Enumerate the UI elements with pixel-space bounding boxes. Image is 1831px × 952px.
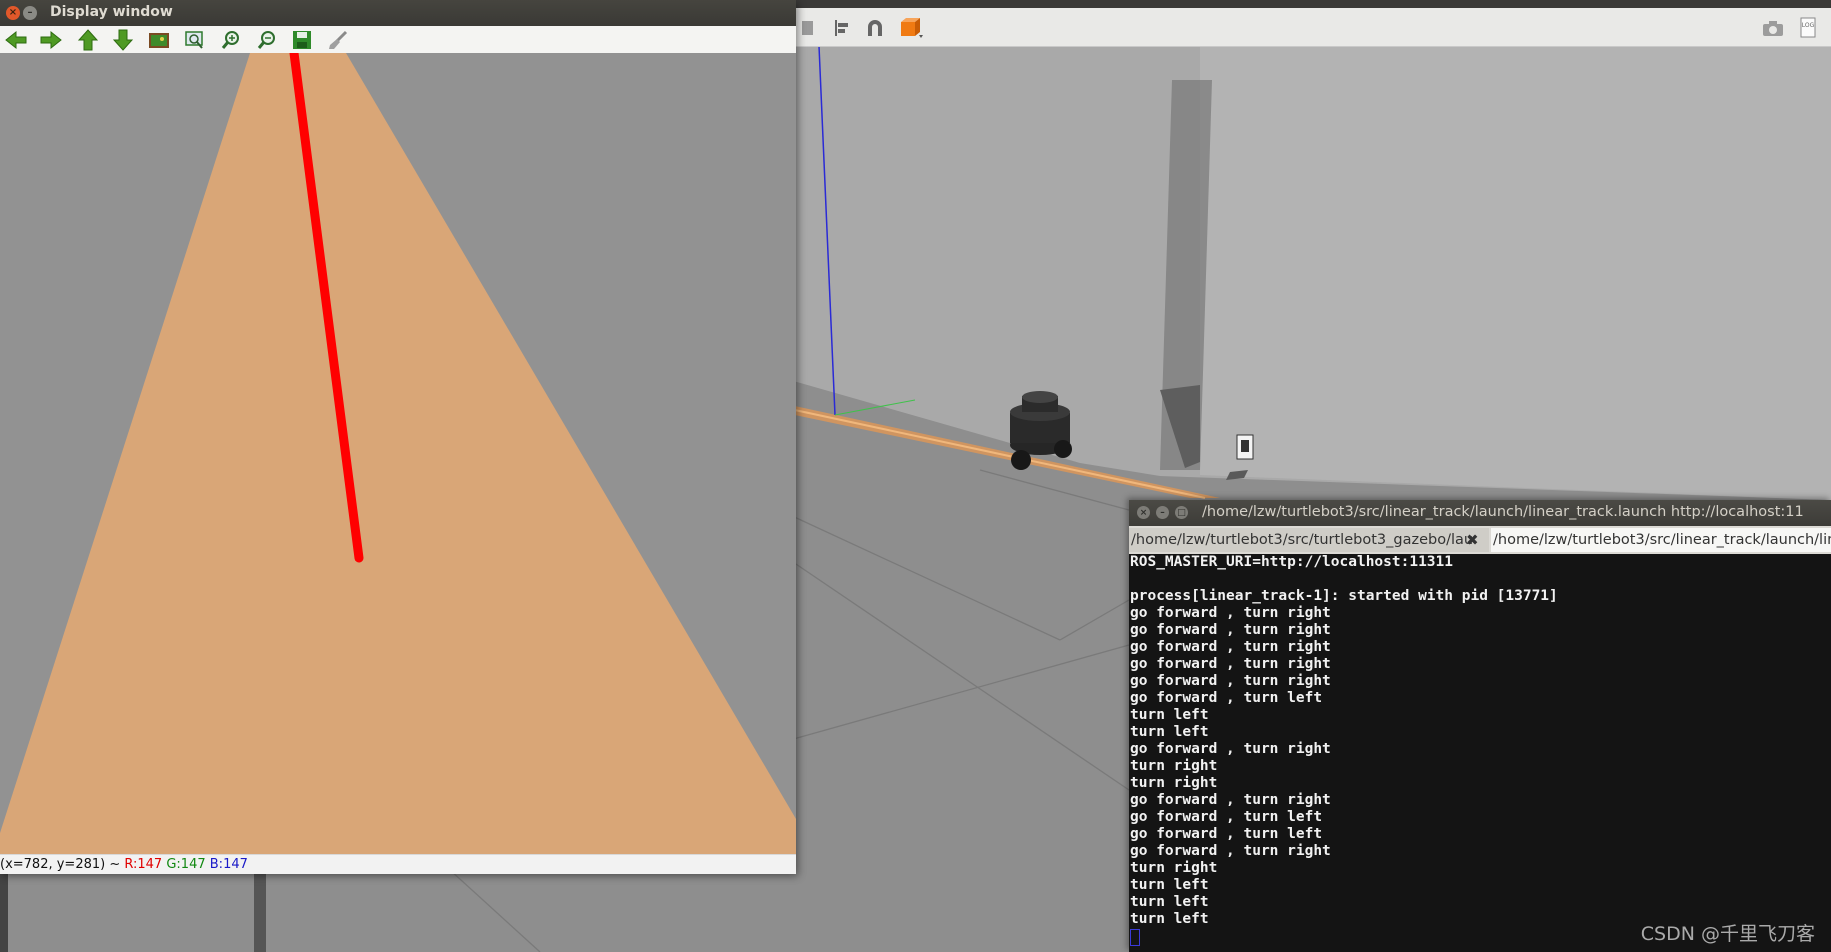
display-window-statusbar: (x=782, y=281) ~ R:147 G:147 B:147	[0, 854, 796, 874]
terminal-line: go forward , turn right	[1130, 656, 1331, 672]
terminal-line: go forward , turn right	[1130, 605, 1331, 621]
watermark: CSDN @千里飞刀客	[1640, 923, 1815, 945]
minimize-icon[interactable]: –	[23, 6, 37, 20]
save-icon[interactable]	[288, 28, 316, 51]
terminal-window: × – □ /home/lzw/turtlebot3/src/linear_tr…	[1129, 500, 1831, 952]
magnet-icon[interactable]	[862, 16, 888, 40]
wall-right-face	[1200, 46, 1831, 500]
terminal-tab[interactable]: /home/lzw/turtlebot3/src/turtlebot3_gaze…	[1129, 528, 1489, 552]
dark-block	[254, 873, 266, 952]
close-icon[interactable]: ×	[1137, 506, 1150, 519]
ar-marker-pattern	[1241, 440, 1249, 452]
terminal-output[interactable]: ROS_MASTER_URI=http://localhost:11311 pr…	[1129, 554, 1831, 952]
arrow-down-icon[interactable]	[109, 28, 137, 51]
maximize-icon[interactable]: □	[1175, 506, 1188, 519]
terminal-line: turn left	[1130, 724, 1209, 740]
pixel-blue-value: B:147	[209, 857, 248, 872]
terminal-line: turn right	[1130, 758, 1218, 774]
terminal-title: /home/lzw/turtlebot3/src/linear_track/la…	[1202, 504, 1804, 520]
display-window: × – Display window (x=782, y=281) ~ R:14…	[0, 0, 796, 874]
zoom-frame-icon[interactable]	[181, 28, 209, 51]
copy-icon[interactable]	[794, 16, 820, 40]
terminal-line: go forward , turn right	[1130, 843, 1331, 859]
terminal-line: turn right	[1130, 860, 1218, 876]
pixel-coords: (x=782, y=281) ~	[0, 857, 121, 872]
zoom-out-icon[interactable]	[253, 28, 281, 51]
terminal-titlebar[interactable]: × – □ /home/lzw/turtlebot3/src/linear_tr…	[1129, 500, 1831, 526]
brush-icon[interactable]	[324, 28, 352, 51]
arrow-up-icon[interactable]	[74, 28, 102, 51]
display-window-toolbar	[0, 26, 796, 54]
arrow-left-icon[interactable]	[2, 28, 30, 51]
terminal-line: go forward , turn left	[1130, 690, 1323, 706]
dark-block	[0, 873, 8, 952]
terminal-line: go forward , turn right	[1130, 622, 1331, 638]
gazebo-toolbar: LOG	[790, 8, 1831, 47]
terminal-line: go forward , turn right	[1130, 741, 1331, 757]
terminal-tab-label: /home/lzw/turtlebot3/src/turtlebot3_gaze…	[1131, 532, 1474, 548]
camera-image	[0, 53, 796, 854]
terminal-line: turn left	[1130, 894, 1209, 910]
close-icon[interactable]: ×	[6, 6, 20, 20]
terminal-line: turn left	[1130, 877, 1209, 893]
terminal-line: go forward , turn right	[1130, 673, 1331, 689]
image-canvas[interactable]	[0, 53, 796, 854]
log-icon[interactable]: LOG	[1795, 16, 1821, 40]
terminal-line: turn left	[1130, 707, 1209, 723]
terminal-line: go forward , turn left	[1130, 809, 1323, 825]
terminal-line: go forward , turn right	[1130, 639, 1331, 655]
terminal-line: process[linear_track-1]: started with pi…	[1130, 588, 1558, 604]
terminal-tabs: /home/lzw/turtlebot3/src/turtlebot3_gaze…	[1129, 526, 1831, 554]
terminal-line: turn right	[1130, 775, 1218, 791]
terminal-tab-label: /home/lzw/turtlebot3/src/linear_track/la…	[1493, 532, 1831, 548]
terminal-line: go forward , turn left	[1130, 826, 1323, 842]
minimize-icon[interactable]: –	[1156, 506, 1169, 519]
window-title: Display window	[50, 4, 173, 20]
pixel-red-value: R:147	[124, 857, 163, 872]
align-icon[interactable]	[830, 16, 856, 40]
terminal-line: ROS_MASTER_URI=http://localhost:11311	[1130, 554, 1454, 570]
zoom-in-icon[interactable]	[217, 28, 245, 51]
arrow-right-icon[interactable]	[37, 28, 65, 51]
terminal-tab-active[interactable]: /home/lzw/turtlebot3/src/linear_track/la…	[1491, 528, 1831, 552]
cube-icon[interactable]	[898, 16, 924, 40]
log-icon-label: LOG	[1802, 22, 1815, 29]
tab-close-icon[interactable]: ✖	[1466, 531, 1479, 549]
terminal-cursor	[1130, 929, 1140, 946]
pixel-green-value: G:147	[166, 857, 206, 872]
image-icon[interactable]	[145, 28, 173, 51]
terminal-line: go forward , turn right	[1130, 792, 1331, 808]
display-window-titlebar[interactable]: × – Display window	[0, 0, 796, 26]
camera-icon[interactable]	[1760, 16, 1786, 40]
